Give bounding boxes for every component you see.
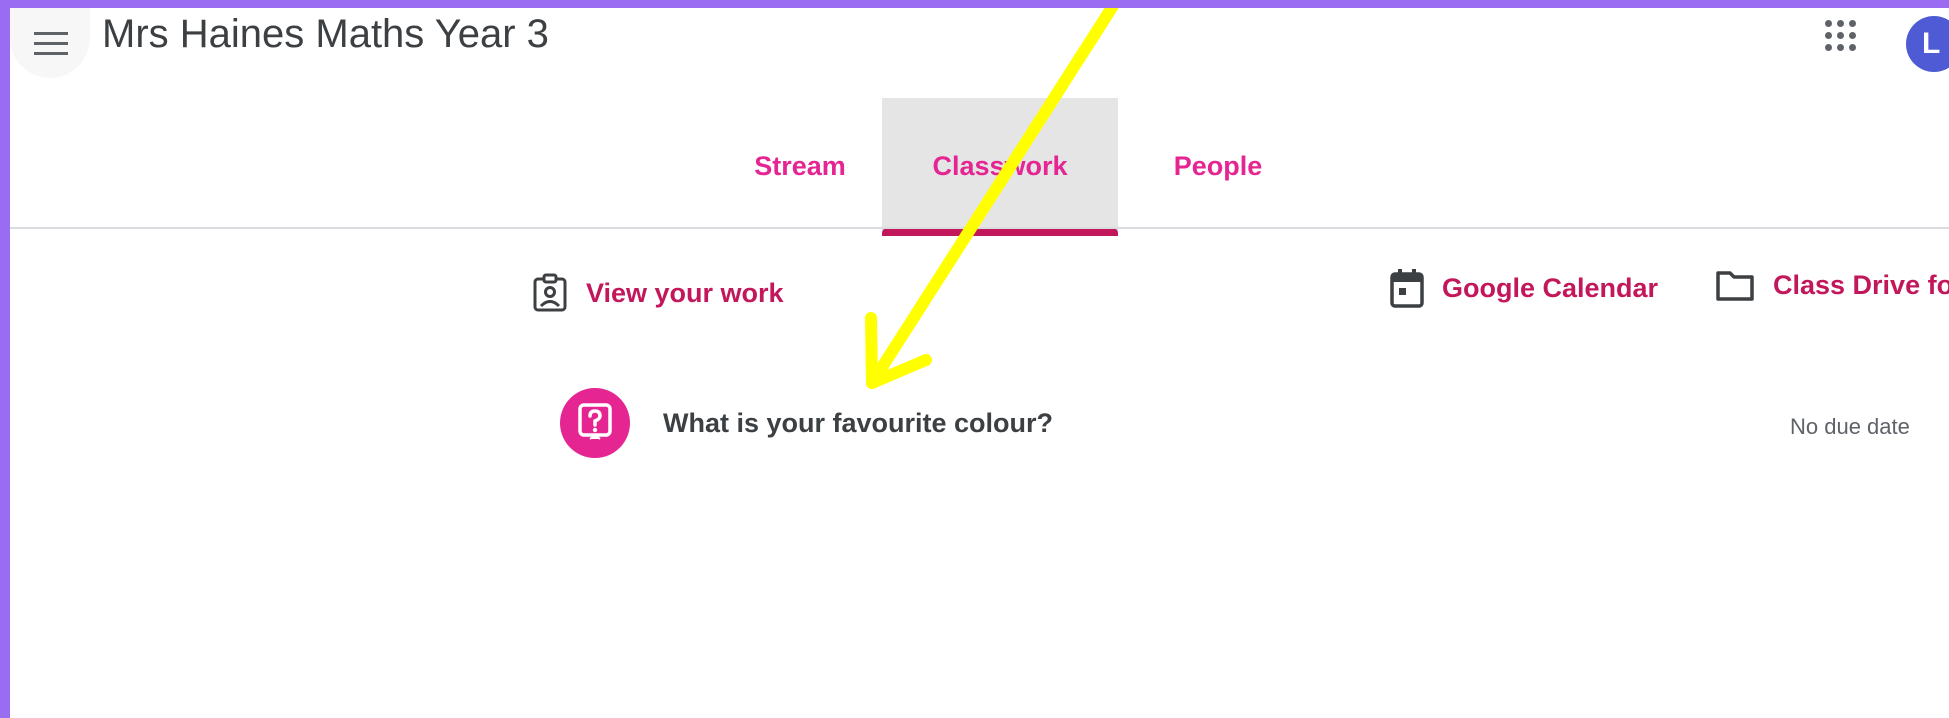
header-divider (10, 227, 1949, 229)
account-avatar[interactable]: L (1906, 16, 1949, 72)
class-drive-folder-link[interactable]: Class Drive fo (1715, 268, 1949, 302)
class-tabs: Stream Classwork People (10, 98, 1949, 236)
google-calendar-link[interactable]: Google Calendar (1390, 268, 1658, 308)
active-tab-indicator (882, 228, 1118, 236)
class-title[interactable]: Mrs Haines Maths Year 3 (102, 12, 549, 57)
tab-classwork[interactable]: Classwork (882, 98, 1118, 235)
tab-people[interactable]: People (1118, 98, 1318, 235)
assignment-ind-icon (532, 273, 568, 313)
folder-icon (1715, 268, 1755, 302)
class-drive-label: Class Drive fo (1773, 269, 1949, 300)
view-your-work-link[interactable]: View your work (532, 273, 784, 313)
hamburger-menu-icon (34, 32, 68, 35)
hamburger-menu-icon-bar (34, 42, 68, 45)
view-your-work-label: View your work (586, 277, 784, 308)
google-calendar-label: Google Calendar (1442, 272, 1659, 303)
calendar-icon (1390, 268, 1424, 308)
classwork-item-title[interactable]: What is your favourite colour? (663, 408, 1053, 439)
apps-grid-icon[interactable] (1825, 20, 1861, 56)
tab-stream[interactable]: Stream (704, 98, 896, 235)
question-icon (560, 388, 630, 458)
classroom-window: Mrs Haines Maths Year 3 L Stream Classwo… (10, 8, 1949, 718)
main-menu-button[interactable] (10, 8, 90, 78)
classwork-item-due: No due date (1790, 414, 1910, 439)
hamburger-menu-icon-bar (34, 52, 68, 55)
